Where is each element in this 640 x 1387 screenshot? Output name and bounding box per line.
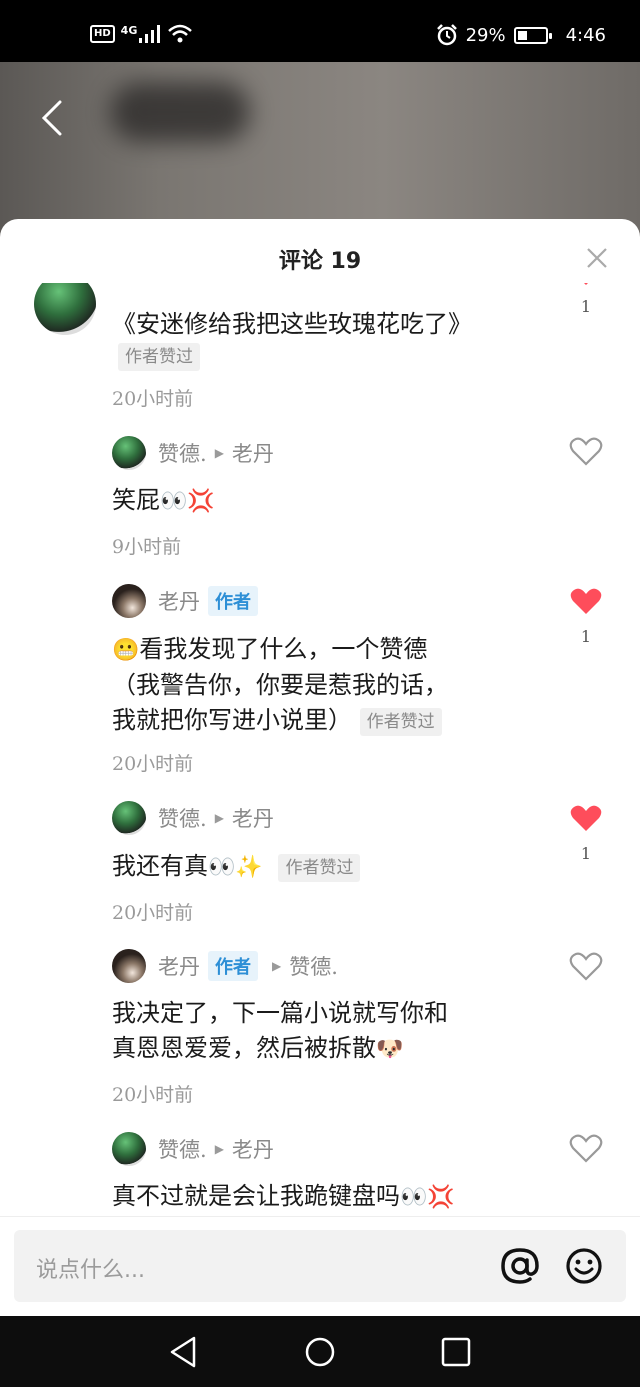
like-button[interactable]: 1 [568, 804, 604, 863]
heart-filled-icon [570, 588, 602, 614]
battery-icon [513, 26, 552, 44]
user-name[interactable]: 老丹 [158, 951, 200, 981]
status-bar: HD 4G 29% 4:46 [0, 0, 640, 62]
eyes-emoji-icon: 👀 [160, 489, 188, 514]
nav-recents-icon[interactable] [436, 1334, 476, 1370]
heart-filled-icon [584, 283, 588, 285]
alarm-icon [436, 24, 457, 46]
comment-time: 9小时前 [112, 536, 182, 558]
sparkles-emoji-icon: ✨ [235, 855, 263, 880]
heart-filled-icon [570, 805, 602, 831]
avatar[interactable] [112, 801, 146, 835]
comment-text: 《安迷修给我把这些玫瑰花吃了》 [112, 310, 472, 338]
nav-back-icon[interactable] [164, 1334, 204, 1370]
comment-time: 20小时前 [112, 1084, 194, 1106]
comment-text: 我还有真👀✨ 作者赞过 [112, 849, 361, 885]
author-liked-tag: 作者赞过 [278, 853, 361, 882]
hd-badge: HD [90, 25, 115, 43]
author-liked-tag: 作者赞过 [118, 343, 200, 371]
network-type: 4G [120, 24, 138, 37]
clock: 4:46 [565, 24, 606, 46]
reply-arrow-icon: ▶ [214, 446, 224, 460]
avatar[interactable] [112, 1132, 146, 1166]
close-icon[interactable] [586, 247, 608, 269]
comment-text: 笑屁👀💢 [112, 483, 215, 519]
comment-time: 20小时前 [112, 753, 194, 775]
avatar[interactable] [112, 949, 146, 983]
dog-emoji-icon: 🐶 [376, 1037, 404, 1062]
reply-arrow-icon: ▶ [214, 811, 224, 825]
heart-outline-icon [569, 952, 603, 981]
comment-text: 😬看我发现了什么，一个赞德 （我警告你，你要是惹我的话， 我就把你写进小说里） … [112, 635, 448, 736]
signal-icon [139, 25, 161, 43]
heart-outline-icon [569, 1134, 603, 1163]
input-placeholder: 说点什么... [36, 1258, 145, 1283]
user-name[interactable]: 老丹 [158, 586, 200, 616]
anger-emoji-icon: 💢 [187, 489, 215, 514]
user-name[interactable]: 赞德. [158, 1134, 207, 1164]
back-arrow-icon[interactable] [36, 98, 72, 138]
like-count: 1 [580, 297, 592, 316]
nav-home-icon[interactable] [300, 1334, 340, 1370]
background-page [0, 62, 640, 242]
like-button[interactable]: 1 [568, 587, 604, 646]
like-button[interactable] [568, 1134, 604, 1168]
battery-percent: 29% [465, 24, 506, 46]
reply-to-name[interactable]: 老丹 [232, 438, 274, 468]
comment-input[interactable]: 说点什么... [14, 1230, 626, 1302]
comment-input-bar: 说点什么... [0, 1216, 640, 1316]
like-button[interactable]: 1 [568, 283, 604, 316]
emoji-icon[interactable] [564, 1246, 604, 1286]
avatar[interactable] [112, 584, 146, 618]
awkward-emoji-icon: 😬 [112, 638, 140, 663]
like-button[interactable] [568, 437, 604, 471]
author-liked-tag: 作者赞过 [359, 707, 442, 736]
author-tag: 作者 [208, 586, 258, 616]
reply-arrow-icon: ▶ [214, 1142, 224, 1156]
like-count: 1 [580, 627, 592, 646]
like-count: 1 [580, 844, 592, 863]
user-name[interactable]: 赞德. [158, 438, 207, 468]
comments-sheet: 评论 19 《安迷修给我把这些玫瑰花吃了》 作者赞过 20小时前 1 赞德. ▶… [0, 219, 640, 1316]
wifi-icon [168, 24, 193, 43]
reply-to-name[interactable]: 老丹 [232, 1134, 274, 1164]
comment-time: 20小时前 [112, 902, 194, 924]
anger-emoji-icon: 💢 [427, 1185, 455, 1210]
like-button[interactable] [568, 952, 604, 986]
eyes-emoji-icon: 👀 [208, 855, 236, 880]
avatar[interactable] [112, 436, 146, 470]
author-tag: 作者 [208, 951, 258, 981]
reply-arrow-icon: ▶ [272, 959, 282, 973]
sheet-title: 评论 19 [278, 249, 362, 274]
comment-text: 真不过就是会让我跪键盘吗👀💢 [112, 1179, 455, 1215]
mention-icon[interactable] [500, 1246, 540, 1286]
avatar[interactable] [34, 283, 96, 335]
comment-list[interactable]: 《安迷修给我把这些玫瑰花吃了》 作者赞过 20小时前 1 赞德. ▶ 老丹 笑屁… [0, 283, 640, 1215]
comment-time: 20小时前 [112, 388, 194, 410]
heart-outline-icon [569, 437, 603, 466]
eyes-emoji-icon: 👀 [400, 1185, 428, 1210]
comment-text: 我决定了，下一篇小说就写你和 真恩恩爱爱，然后被拆散🐶 [112, 996, 448, 1067]
reply-to-name[interactable]: 老丹 [232, 803, 274, 833]
user-name[interactable]: 赞德. [158, 803, 207, 833]
navigation-bar [0, 1316, 640, 1387]
reply-to-name[interactable]: 赞德. [289, 951, 338, 981]
